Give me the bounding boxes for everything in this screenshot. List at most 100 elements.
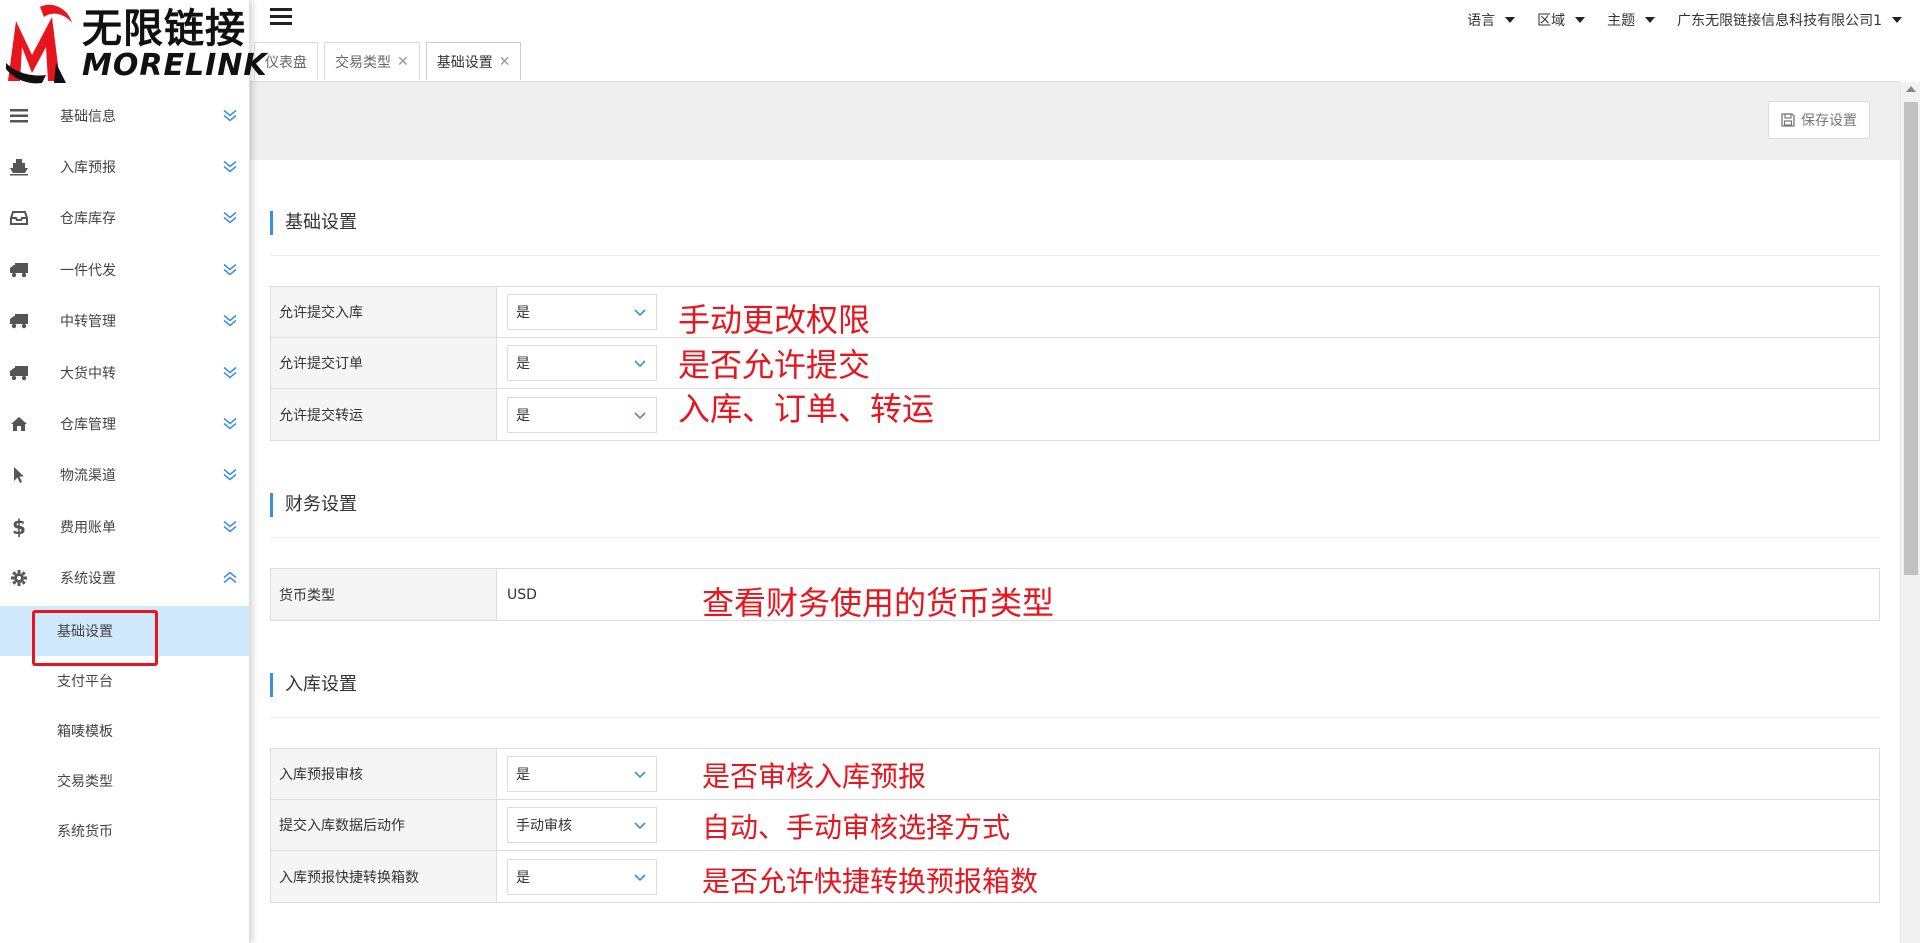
form-row: 提交入库数据后动作 手动审核 (271, 800, 1879, 851)
language-label: 语言 (1467, 13, 1496, 29)
chevron-down-icon (634, 356, 646, 372)
finance-settings-table: 货币类型 USD (270, 568, 1880, 621)
sidebar-nav: 基础信息 入库预报 仓库库存 一件代发 中转管理 大货中转 仓库管理 物流渠道 … (0, 90, 249, 604)
menu-toggle-icon[interactable] (270, 8, 292, 26)
sidebar-item-dropshipping[interactable]: 一件代发 (0, 244, 249, 295)
sidebar-item-billing[interactable]: $ 费用账单 (0, 501, 249, 552)
chevron-down-icon (223, 209, 237, 228)
sidebar-subitem-system-currency[interactable]: 系统货币 (0, 806, 249, 856)
quick-convert-box-count-select[interactable]: 是 (507, 858, 657, 895)
logo-english-text: MORELINK (82, 48, 268, 83)
morelink-logo-mark (2, 3, 78, 87)
cursor-icon (4, 466, 34, 484)
select-value: 手动审核 (516, 818, 572, 834)
annotation-review-forecast: 是否审核入库预报 (702, 760, 927, 793)
select-value: 是 (516, 869, 530, 886)
form-label: 允许提交订单 (271, 338, 497, 388)
sidebar: 无限链接 MORELINK 基础信息 入库预报 仓库库存 一件代发 中转管理 大… (0, 0, 267, 943)
main-content: 保存设置 基础设置 允许提交入库 是 允许提交订单 是 允许提交转运 是 手动更… (250, 82, 1900, 943)
form-label: 允许提交转运 (271, 389, 497, 440)
theme-dropdown[interactable]: 主题 (1607, 10, 1656, 30)
annotation-inbound-order-transit: 入库、订单、转运 (678, 390, 935, 428)
language-dropdown[interactable]: 语言 (1467, 10, 1516, 30)
sidebar-subitem-basic-settings[interactable]: 基础设置 (0, 605, 249, 666)
company-dropdown[interactable]: 广东无限链接信息科技有限公司1 (1677, 10, 1902, 30)
sidebar-item-label: 中转管理 (60, 314, 116, 331)
chevron-down-icon (223, 106, 237, 125)
form-row: 入库预报快捷转换箱数 是 (271, 851, 1879, 902)
save-settings-label: 保存设置 (1801, 113, 1857, 129)
theme-label: 主题 (1607, 13, 1636, 29)
page-tabs: 仪表盘 交易类型 ✕ 基础设置 ✕ (254, 42, 527, 82)
sidebar-item-logistics-channel[interactable]: 物流渠道 (0, 450, 249, 501)
sidebar-subitem-carton-label-template[interactable]: 箱唛模板 (0, 706, 249, 756)
sidebar-item-label: 仓库管理 (60, 417, 116, 434)
save-icon (1781, 113, 1795, 127)
sidebar-subitem-label: 支付平台 (57, 673, 113, 690)
sidebar-item-bulk-transit[interactable]: 大货中转 (0, 347, 249, 398)
gear-icon (4, 569, 34, 587)
sidebar-item-label: 物流渠道 (60, 468, 116, 485)
sidebar-item-label: 系统设置 (60, 571, 116, 588)
allow-submit-inbound-select[interactable]: 是 (507, 294, 657, 330)
tab-transaction-type[interactable]: 交易类型 ✕ (324, 42, 420, 80)
region-label: 区域 (1537, 13, 1566, 29)
chevron-down-icon (223, 158, 237, 177)
sidebar-item-inbound-forecast[interactable]: 入库预报 (0, 141, 249, 192)
annotation-auto-manual-review: 自动、手动审核选择方式 (702, 811, 1011, 844)
tab-basic-settings[interactable]: 基础设置 ✕ (425, 42, 522, 80)
caret-down-icon (1892, 17, 1902, 23)
section-title-inbound: 入库设置 (270, 673, 357, 697)
sidebar-item-basic-info[interactable]: 基础信息 (0, 90, 249, 141)
vertical-scrollbar[interactable] (1900, 82, 1920, 943)
sidebar-item-warehouse-stock[interactable]: 仓库库存 (0, 193, 249, 244)
sidebar-subitem-label: 基础设置 (57, 623, 113, 640)
close-icon[interactable]: ✕ (499, 54, 511, 70)
sidebar-subitem-label: 交易类型 (57, 773, 113, 790)
scroll-up-arrow-icon[interactable] (1906, 86, 1916, 92)
tab-label: 交易类型 (335, 54, 391, 71)
section-title-basic: 基础设置 (270, 211, 357, 235)
sidebar-item-transit-management[interactable]: 中转管理 (0, 296, 249, 347)
chevron-down-icon (634, 767, 646, 783)
chevron-down-icon (634, 408, 646, 424)
region-dropdown[interactable]: 区域 (1537, 10, 1586, 30)
sidebar-item-warehouse-management[interactable]: 仓库管理 (0, 398, 249, 449)
sidebar-item-label: 基础信息 (60, 108, 116, 125)
inbound-forecast-review-select[interactable]: 是 (507, 756, 657, 792)
sidebar-item-system-settings[interactable]: 系统设置 (0, 553, 249, 604)
annotation-allow-submit: 是否允许提交 (678, 346, 871, 384)
form-label: 允许提交入库 (271, 287, 497, 337)
section-divider (270, 537, 1880, 538)
save-settings-button[interactable]: 保存设置 (1768, 101, 1870, 139)
sidebar-subitem-label: 箱唛模板 (57, 723, 113, 740)
close-icon[interactable]: ✕ (397, 54, 409, 70)
sidebar-item-label: 费用账单 (60, 519, 116, 536)
post-submit-action-select[interactable]: 手动审核 (507, 807, 657, 843)
select-value: 是 (516, 407, 530, 424)
form-label: 入库预报快捷转换箱数 (271, 851, 497, 902)
form-label: 入库预报审核 (271, 749, 497, 799)
inbound-settings-table: 入库预报审核 是 提交入库数据后动作 手动审核 入库预报快捷转换箱数 是 (270, 748, 1880, 903)
chevron-down-icon (223, 363, 237, 382)
sidebar-item-label: 仓库库存 (60, 211, 116, 228)
annotation-manual-permission: 手动更改权限 (678, 301, 871, 339)
chevron-up-icon (223, 569, 237, 588)
allow-submit-order-select[interactable]: 是 (507, 345, 657, 381)
annotation-quick-convert: 是否允许快捷转换预报箱数 (702, 865, 1039, 898)
section-title-finance: 财务设置 (270, 493, 357, 517)
chevron-down-icon (634, 870, 646, 886)
sidebar-subitem-transaction-type[interactable]: 交易类型 (0, 756, 249, 806)
section-divider (270, 717, 1880, 718)
sidebar-item-label: 入库预报 (60, 160, 116, 177)
basic-settings-table: 允许提交入库 是 允许提交订单 是 允许提交转运 是 (270, 286, 1880, 441)
select-value: 是 (516, 767, 530, 783)
ship-icon (4, 158, 34, 176)
logo[interactable]: 无限链接 MORELINK (0, 0, 267, 90)
tab-label: 仪表盘 (265, 54, 307, 71)
form-label: 提交入库数据后动作 (271, 800, 497, 850)
scroll-thumb[interactable] (1904, 102, 1918, 575)
allow-submit-transit-select[interactable]: 是 (507, 396, 657, 433)
sidebar-subitem-label: 系统货币 (57, 823, 113, 840)
toolbar: 保存设置 (250, 82, 1900, 160)
